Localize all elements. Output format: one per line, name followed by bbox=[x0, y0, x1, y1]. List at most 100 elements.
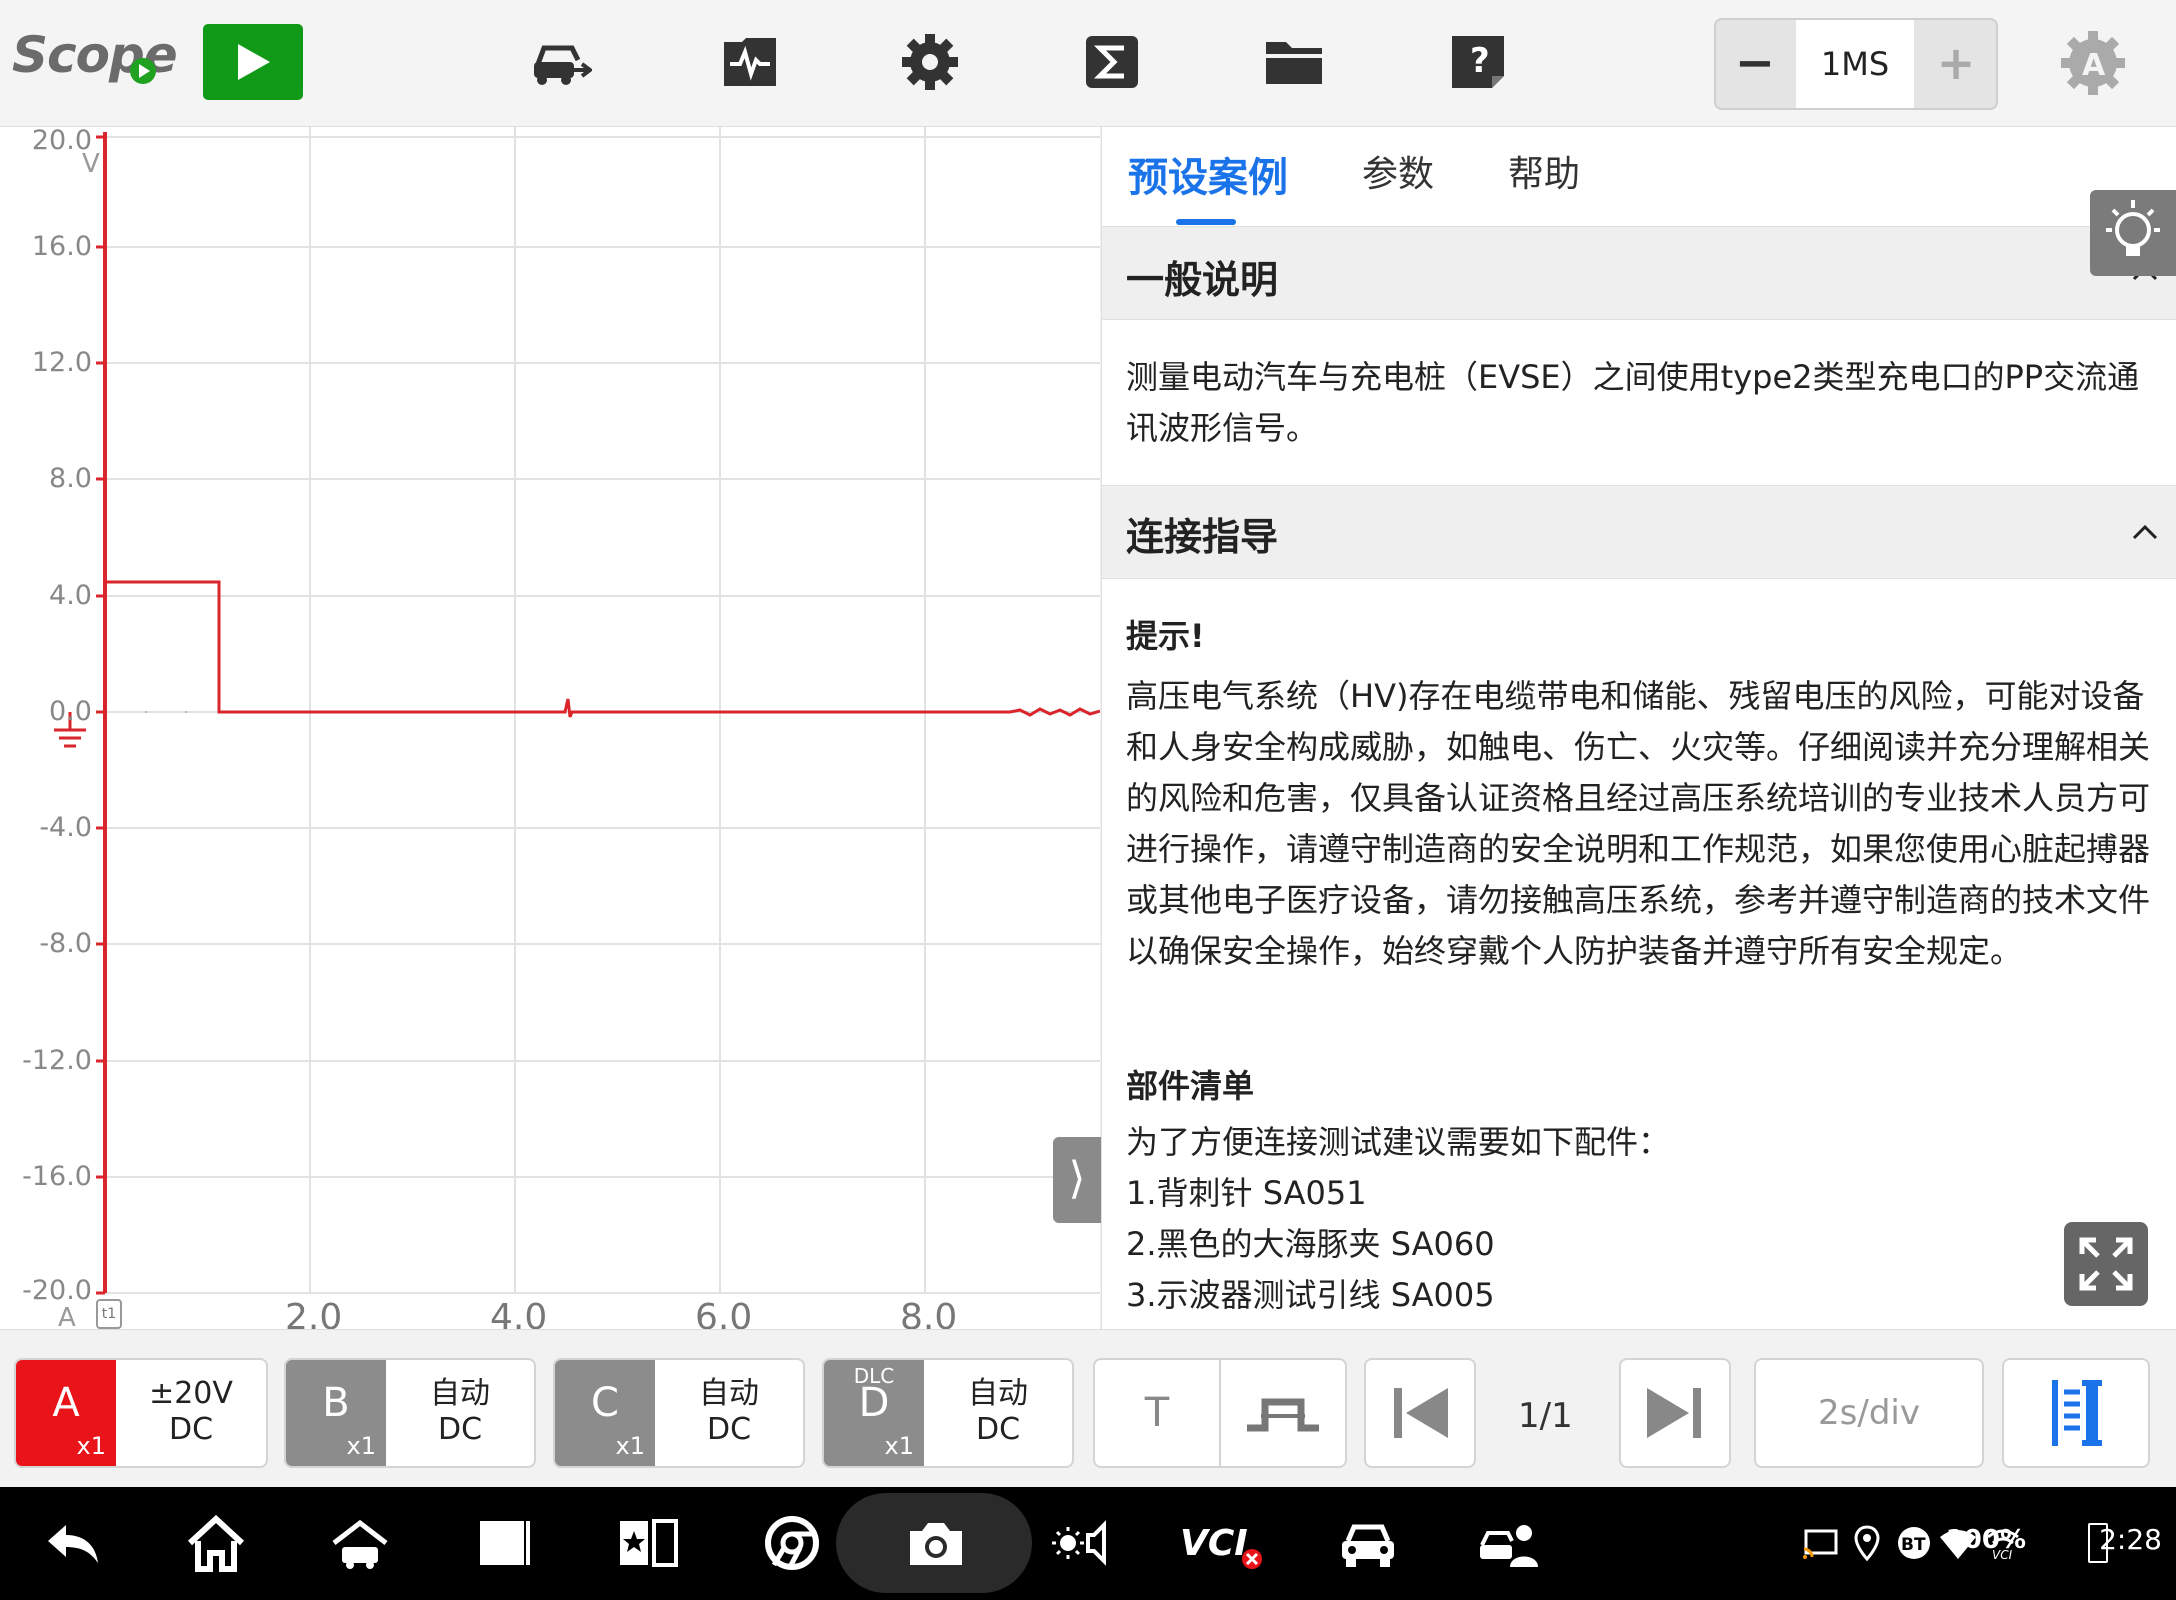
vehicle-diagnose-icon[interactable] bbox=[1336, 1511, 1400, 1575]
location-icon bbox=[1852, 1523, 1882, 1563]
channel-coupling: DC bbox=[168, 1412, 214, 1447]
sample-rate-value: 1MS bbox=[1796, 20, 1914, 108]
folder-icon[interactable] bbox=[1262, 30, 1326, 94]
logo-play-badge-icon bbox=[130, 58, 156, 84]
parts-intro: 为了方便连接测试建议需要如下配件： bbox=[1126, 1123, 1671, 1161]
general-section-header[interactable]: 一般说明 bbox=[1102, 226, 2176, 320]
remote-expert-icon[interactable] bbox=[1478, 1511, 1542, 1575]
skip-previous-icon bbox=[1394, 1388, 1448, 1438]
tab-help[interactable]: 帮助 bbox=[1508, 145, 1580, 197]
skip-next-icon bbox=[1647, 1388, 1701, 1438]
channel-a-button[interactable]: A x1 ±20V DC bbox=[14, 1358, 268, 1468]
fullscreen-expand-icon[interactable] bbox=[2064, 1222, 2148, 1306]
math-sigma-icon[interactable] bbox=[1080, 30, 1144, 94]
home-icon[interactable] bbox=[184, 1511, 248, 1575]
channel-range: ±20V bbox=[149, 1376, 233, 1411]
channel-c-button[interactable]: C x1 自动 DC bbox=[553, 1358, 805, 1468]
parts-list-title: 部件清单 bbox=[1126, 1067, 1255, 1105]
battery-level: 100% bbox=[1945, 1525, 2026, 1555]
cast-icon bbox=[1800, 1523, 1840, 1563]
help-icon[interactable]: ? bbox=[1446, 30, 1510, 94]
channel-coupling: DC bbox=[706, 1412, 752, 1447]
y-tick-label: -4.0 bbox=[39, 812, 92, 843]
channel-d-label: DLC D x1 bbox=[824, 1360, 924, 1466]
connection-section-title: 连接指导 bbox=[1126, 515, 1279, 559]
chrome-browser-icon[interactable] bbox=[760, 1511, 824, 1575]
channel-letter: C bbox=[591, 1380, 619, 1426]
back-icon[interactable] bbox=[40, 1511, 104, 1575]
waveform-library-icon[interactable] bbox=[718, 30, 782, 94]
y-unit-label: V bbox=[82, 149, 100, 179]
connection-section-header[interactable]: 连接指导 bbox=[1102, 485, 2176, 579]
sample-rate-control: − 1MS + bbox=[1714, 18, 1998, 110]
parts-list-item: 3.示波器测试引线 SA005 bbox=[1126, 1276, 1495, 1314]
lightbulb-hint-icon[interactable] bbox=[2090, 190, 2176, 276]
channel-letter: B bbox=[322, 1380, 350, 1426]
previous-page-button[interactable] bbox=[1364, 1358, 1476, 1468]
system-nav-bar: VCI BT VCI 100% 2:28 bbox=[0, 1487, 2176, 1600]
channel-setting: 自动 DC bbox=[924, 1376, 1072, 1448]
y-tick-label: 4.0 bbox=[49, 580, 92, 611]
channel-multiplier: x1 bbox=[76, 1432, 106, 1460]
bluetooth-icon: BT bbox=[1894, 1523, 1934, 1563]
channel-range: 自动 bbox=[968, 1376, 1028, 1411]
channel-coupling: DC bbox=[437, 1412, 483, 1447]
channel-d-button[interactable]: DLC D x1 自动 DC bbox=[822, 1358, 1074, 1468]
tab-presets[interactable]: 预设案例 bbox=[1128, 145, 1288, 203]
y-tick-label: 8.0 bbox=[49, 463, 92, 494]
channel-a-label: A x1 bbox=[16, 1360, 116, 1466]
rising-edge-icon bbox=[1247, 1398, 1319, 1432]
page-indicator: 1/1 bbox=[1518, 1396, 1573, 1436]
svg-text:A: A bbox=[2082, 48, 2106, 83]
clock: 2:28 bbox=[2099, 1523, 2162, 1556]
y-tick-label: 12.0 bbox=[31, 347, 92, 378]
cursor-measure-button[interactable] bbox=[2002, 1358, 2150, 1468]
y-tick-label: 0.0 bbox=[49, 696, 92, 727]
channel-control-bar: A x1 ±20V DC B x1 自动 DC C x1 自动 DC DLC D x1… bbox=[0, 1329, 2176, 1488]
channel-range: 自动 bbox=[699, 1376, 759, 1411]
tab-parameters[interactable]: 参数 bbox=[1362, 145, 1434, 197]
auto-setup-gear-icon[interactable]: A bbox=[2058, 28, 2128, 98]
vci-status-icon[interactable]: VCI bbox=[1180, 1511, 1270, 1575]
recent-apps-icon[interactable] bbox=[472, 1511, 536, 1575]
sample-rate-decrease-button[interactable]: − bbox=[1716, 20, 1794, 108]
trigger-edge-button[interactable] bbox=[1221, 1360, 1345, 1466]
chevron-up-icon bbox=[2132, 524, 2158, 540]
active-tab-indicator bbox=[1176, 219, 1236, 225]
safety-tip-text: 高压电气系统（HV)存在电缆带电和储能、残留电压的风险，可能对设备和人身安全构成… bbox=[1126, 677, 2151, 970]
waveform-plot[interactable]: 20.0 V 16.0 12.0 8.0 4.0 0.0 -4.0 -8.0 -… bbox=[0, 125, 1101, 1338]
vehicle-swap-icon[interactable] bbox=[528, 30, 594, 94]
run-button[interactable] bbox=[203, 24, 303, 100]
svg-text:VCI: VCI bbox=[1180, 1523, 1248, 1564]
camera-icon[interactable] bbox=[904, 1511, 968, 1575]
panel-toggle-button[interactable]: ⟩ bbox=[1053, 1137, 1101, 1223]
tip-title: 提示! bbox=[1126, 617, 1205, 655]
channel-b-label: B x1 bbox=[286, 1360, 386, 1466]
trigger-mode-button[interactable]: T bbox=[1095, 1360, 1221, 1466]
vehicle-home-icon[interactable] bbox=[328, 1511, 392, 1575]
settings-icon[interactable] bbox=[898, 30, 962, 94]
top-toolbar: Scope ? − 1MS + A bbox=[0, 0, 2176, 127]
y-tick-label: 16.0 bbox=[31, 231, 92, 262]
sample-rate-increase-button[interactable]: + bbox=[1916, 20, 1996, 108]
y-tick-label: 20.0 bbox=[31, 125, 92, 156]
svg-text:BT: BT bbox=[1901, 1535, 1926, 1555]
y-tick-label: -8.0 bbox=[39, 928, 92, 959]
channel-setting: ±20V DC bbox=[116, 1376, 266, 1448]
cursor-t1-handle[interactable]: t1 bbox=[96, 1299, 122, 1329]
y-tick-label: -20.0 bbox=[22, 1275, 92, 1306]
parts-list-item: 2.黑色的大海豚夹 SA060 bbox=[1126, 1225, 1495, 1263]
channel-setting: 自动 DC bbox=[655, 1376, 803, 1448]
channel-letter: D bbox=[858, 1380, 890, 1426]
channel-b-button[interactable]: B x1 自动 DC bbox=[284, 1358, 536, 1468]
favorites-split-icon[interactable] bbox=[616, 1511, 680, 1575]
channel-multiplier: x1 bbox=[615, 1432, 645, 1460]
timebase-button[interactable]: 2s/div bbox=[1754, 1358, 1984, 1468]
general-description: 测量电动汽车与充电桩（EVSE）之间使用type2类型充电口的PP交流通讯波形信… bbox=[1126, 358, 2140, 447]
channel-coupling: DC bbox=[975, 1412, 1021, 1447]
parts-list-item: 1.背刺针 SA051 bbox=[1126, 1174, 1367, 1212]
brightness-volume-icon[interactable] bbox=[1048, 1511, 1112, 1575]
trigger-control: T bbox=[1093, 1358, 1347, 1468]
next-page-button[interactable] bbox=[1619, 1358, 1731, 1468]
svg-text:?: ? bbox=[1470, 41, 1490, 81]
